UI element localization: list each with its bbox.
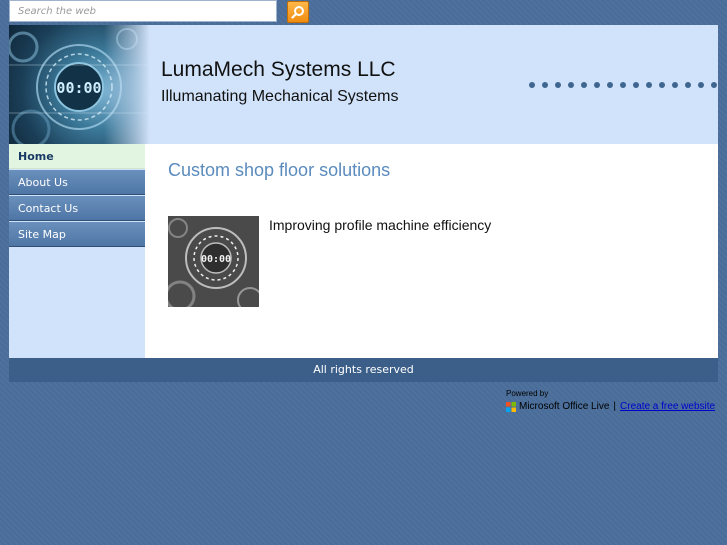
nav-item-contact-us[interactable]: Contact Us [9,196,145,221]
nav-item-about-us[interactable]: About Us [9,170,145,195]
svg-text:00:00: 00:00 [56,79,101,97]
main-content: Custom shop floor solutions 00:00 Improv… [145,144,718,358]
powered-by: Powered by Microsoft Office Live | Creat… [506,389,715,412]
gear-clock-image-icon: 00:00 [168,216,259,307]
content-caption: Improving profile machine efficiency [269,217,492,233]
header-gear-image: 00:00 [9,25,150,144]
site-tagline: Illumanating Mechanical Systems [161,88,399,105]
microsoft-logo-icon [506,401,516,412]
site-title: LumaMech Systems LLC [161,58,396,81]
powered-brand: Microsoft Office Live [519,401,610,412]
content-image: 00:00 [168,216,259,307]
nav-item-site-map[interactable]: Site Map [9,222,145,247]
search-icon [291,6,304,19]
footer-text: All rights reserved [313,363,414,376]
decorative-dots [529,82,717,88]
separator: | [613,401,617,412]
footer: All rights reserved [9,358,718,382]
header: 00:00 LumaMech Systems LLC Illumanating … [9,25,718,144]
svg-text:00:00: 00:00 [201,254,231,265]
page-heading: Custom shop floor solutions [168,160,391,180]
create-free-website-link[interactable]: Create a free website [620,401,715,412]
nav-item-home[interactable]: Home [9,144,145,169]
search-input[interactable] [9,0,277,22]
powered-by-label: Powered by [506,389,549,398]
sidebar-nav: Home About Us Contact Us Site Map [9,144,145,358]
site-container: 00:00 LumaMech Systems LLC Illumanating … [9,25,718,358]
search-bar [9,0,309,24]
search-button[interactable] [287,1,309,23]
